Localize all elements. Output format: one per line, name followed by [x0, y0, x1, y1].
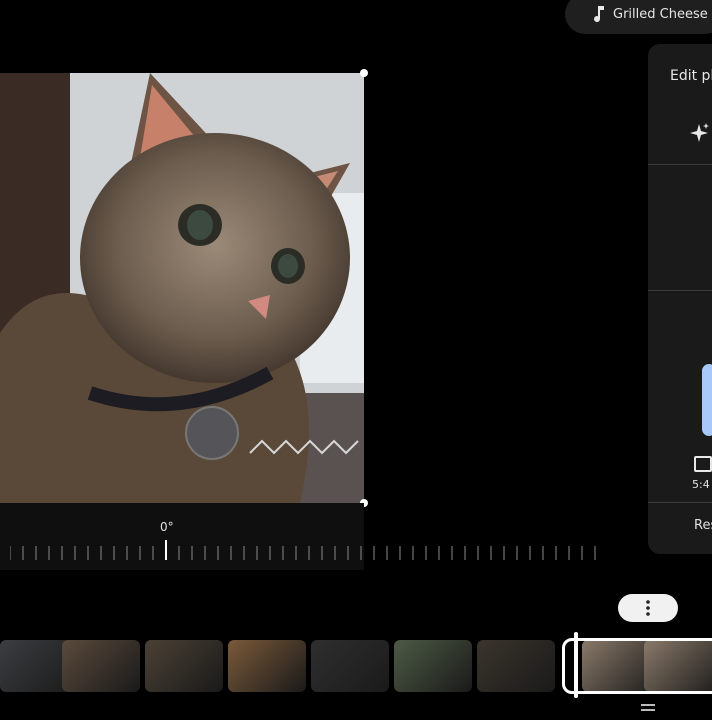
thumb-3[interactable]	[145, 640, 223, 692]
thumb-5[interactable]	[311, 640, 389, 692]
drag-handle-icon[interactable]	[641, 704, 655, 712]
panel-divider	[648, 164, 712, 165]
selected-clip-frame[interactable]	[562, 638, 712, 694]
rotation-angle-label: 0°	[160, 520, 174, 534]
panel-divider	[648, 502, 712, 503]
more-vert-icon	[646, 600, 650, 616]
playhead[interactable]	[574, 632, 578, 698]
music-note-icon	[594, 6, 604, 23]
thumb-2[interactable]	[62, 640, 140, 692]
aspect-ratio-icon	[694, 456, 712, 472]
cat-photo	[0, 73, 364, 503]
reset-button[interactable]: Reset	[694, 518, 712, 533]
edit-panel: Edit photo 5:4 Reset	[648, 44, 712, 554]
panel-divider	[648, 290, 712, 291]
thumb-4[interactable]	[228, 640, 306, 692]
thumb-7[interactable]	[477, 640, 555, 692]
aspect-ratio-label[interactable]: 5:4	[692, 478, 710, 491]
more-options-button[interactable]	[618, 594, 678, 622]
music-chip[interactable]: Grilled Cheese	[565, 0, 712, 34]
sparkle-icon[interactable]	[688, 122, 710, 144]
crop-handle-top-right[interactable]	[360, 69, 368, 77]
music-title: Grilled Cheese	[613, 6, 708, 22]
thumb-6[interactable]	[394, 640, 472, 692]
crop-tool-button[interactable]	[702, 364, 712, 436]
rotation-ruler[interactable]	[10, 540, 610, 564]
photo-canvas[interactable]	[0, 73, 364, 503]
edit-panel-title: Edit photo	[670, 68, 712, 84]
